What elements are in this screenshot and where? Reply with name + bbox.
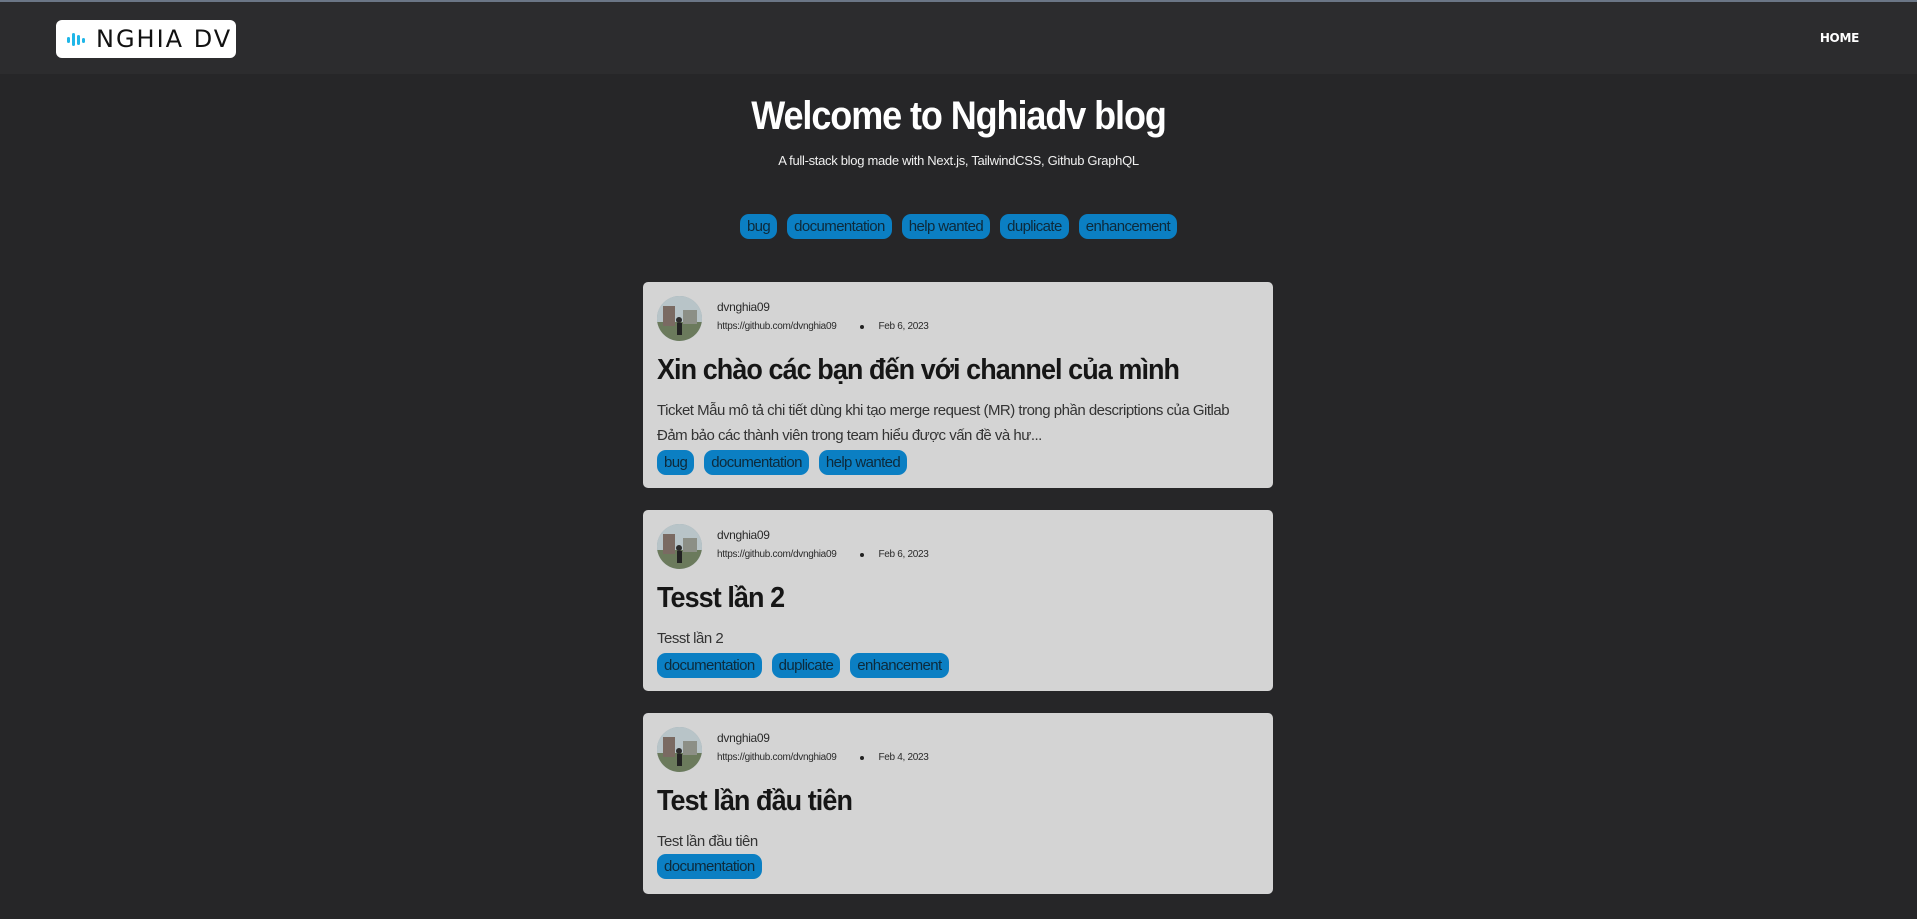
post-excerpt: Test lần đầu tiên [657, 833, 758, 850]
avatar-photo [657, 524, 702, 569]
avatar [657, 727, 702, 772]
post-author-url[interactable]: https://github.com/dvnghia09 [717, 752, 837, 763]
separator-dot [860, 755, 865, 760]
post-title[interactable]: Xin chào các bạn đến với channel của mìn… [657, 354, 1180, 387]
page-title: Welcome to Nghiadv blog [751, 94, 1167, 138]
post-author: dvnghia09 [717, 731, 770, 745]
post-tag-documentation[interactable]: documentation [704, 450, 809, 475]
tag-filter-documentation[interactable]: documentation [787, 214, 892, 239]
post-card[interactable]: dvnghia09 https://github.com/dvnghia09 F… [643, 510, 1273, 691]
post-author: dvnghia09 [717, 528, 770, 542]
post-tag-help-wanted[interactable]: help wanted [818, 450, 908, 475]
post-tag-documentation[interactable]: documentation [657, 653, 762, 678]
avatar-photo [657, 296, 702, 341]
tag-filter-duplicate[interactable]: duplicate [1000, 214, 1069, 239]
tag-filter-enhancement[interactable]: enhancement [1078, 214, 1178, 239]
page-subtitle: A full-stack blog made with Next.js, Tai… [778, 153, 1139, 168]
post-tags: documentation [657, 854, 762, 879]
tag-filter-list: bug documentation help wanted duplicate … [0, 214, 1917, 239]
post-card[interactable]: dvnghia09 https://github.com/dvnghia09 F… [643, 282, 1273, 488]
post-tag-documentation[interactable]: documentation [657, 854, 762, 879]
post-tags: bug documentation help wanted [657, 450, 908, 475]
post-meta: https://github.com/dvnghia09 Feb 6, 2023 [717, 549, 929, 560]
post-author-url[interactable]: https://github.com/dvnghia09 [717, 549, 837, 560]
separator-dot [860, 324, 865, 329]
post-excerpt: Ticket Mẫu mô tả chi tiết dùng khi tạo m… [657, 402, 1230, 444]
nav-home-link[interactable]: HOME [1820, 31, 1859, 45]
tag-filter-help-wanted[interactable]: help wanted [901, 214, 991, 239]
post-date: Feb 6, 2023 [878, 549, 929, 560]
post-author-url[interactable]: https://github.com/dvnghia09 [717, 321, 837, 332]
tag-filter-bug[interactable]: bug [739, 214, 778, 239]
post-date: Feb 6, 2023 [878, 321, 929, 332]
post-meta: https://github.com/dvnghia09 Feb 6, 2023 [717, 321, 929, 332]
site-logo[interactable]: NGHIA DV [56, 20, 236, 58]
separator-dot [860, 552, 865, 557]
avatar-photo [657, 727, 702, 772]
logo-text: NGHIA DV [96, 25, 233, 53]
post-tags: documentation duplicate enhancement [657, 653, 949, 678]
post-excerpt: Tesst lần 2 [657, 630, 724, 647]
post-tag-enhancement[interactable]: enhancement [850, 653, 949, 678]
site-header: NGHIA DV HOME [0, 2, 1917, 74]
post-date: Feb 4, 2023 [878, 752, 929, 763]
post-title[interactable]: Tesst lần 2 [657, 582, 785, 615]
avatar [657, 296, 702, 341]
post-tag-bug[interactable]: bug [657, 450, 695, 475]
post-tag-duplicate[interactable]: duplicate [771, 653, 841, 678]
post-card[interactable]: dvnghia09 https://github.com/dvnghia09 F… [643, 713, 1273, 894]
post-author: dvnghia09 [717, 300, 770, 314]
avatar [657, 524, 702, 569]
post-title[interactable]: Test lần đầu tiên [657, 785, 853, 818]
post-meta: https://github.com/dvnghia09 Feb 4, 2023 [717, 752, 929, 763]
sound-wave-icon [67, 33, 85, 46]
